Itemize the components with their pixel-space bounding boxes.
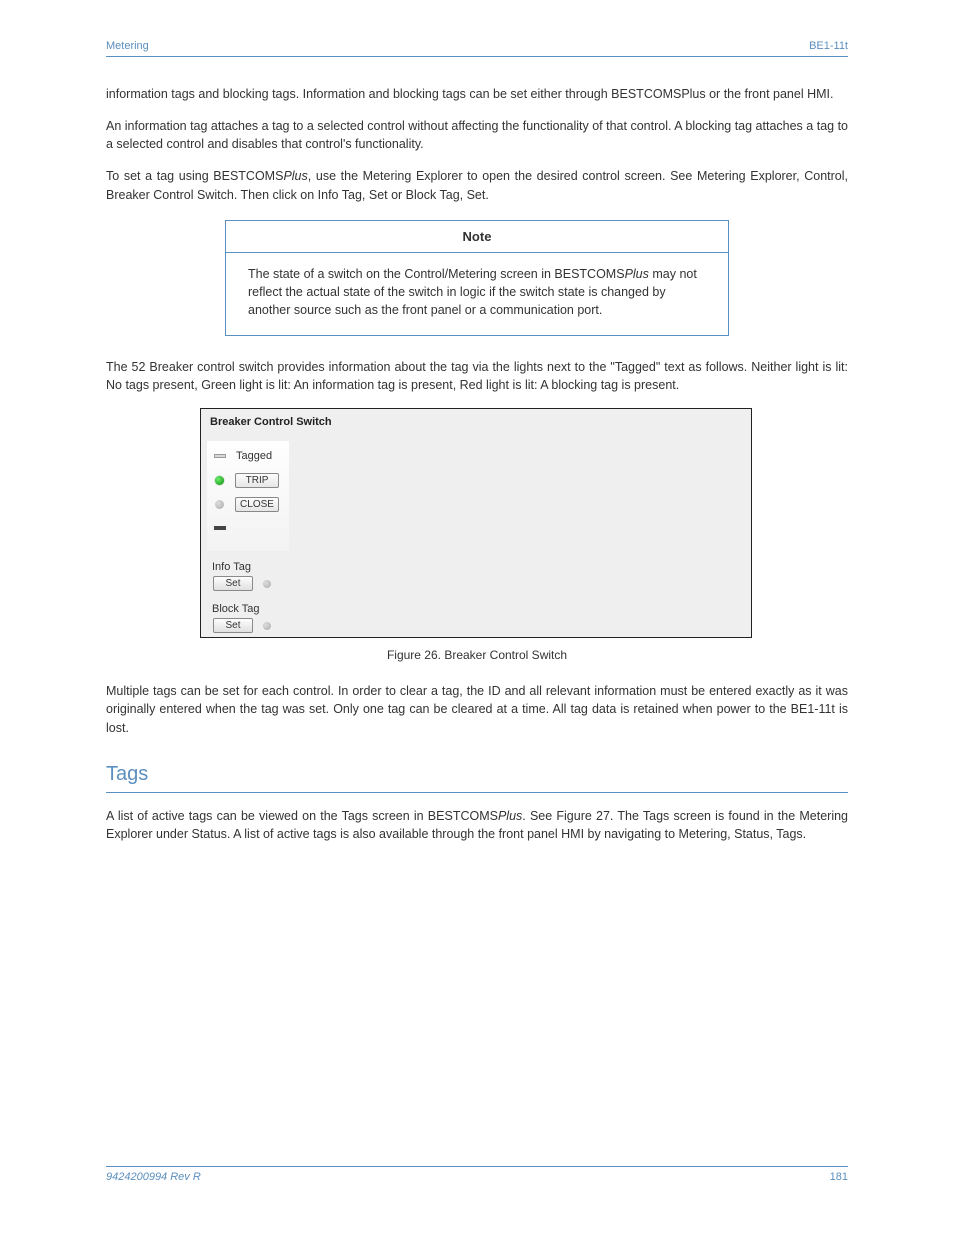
page-header: Metering BE1-11t xyxy=(106,40,848,52)
section-body: A list of active tags can be viewed on t… xyxy=(106,807,848,843)
note-box: Note The state of a switch on the Contro… xyxy=(225,220,729,336)
body-p2: An information tag attaches a tag to a s… xyxy=(106,117,848,153)
body-p3: To set a tag using BESTCOMSPlus, use the… xyxy=(106,167,848,203)
close-led-icon xyxy=(215,500,224,509)
section-heading-tags: Tags xyxy=(106,763,848,786)
body-p1: information tags and blocking tags. Info… xyxy=(106,85,848,103)
bottom-indicator-icon xyxy=(214,526,226,530)
note-body: The state of a switch on the Control/Met… xyxy=(226,253,728,335)
footer-left: 9424200994 Rev R xyxy=(106,1171,201,1183)
tagged-indicator-icon xyxy=(214,454,226,458)
info-tag-set-button[interactable]: Set xyxy=(213,576,253,591)
trip-row: TRIP xyxy=(213,471,285,489)
info-tag-group: Info Tag Set xyxy=(207,561,289,591)
breaker-control-block: Tagged TRIP CLOSE xyxy=(207,441,289,551)
info-tag-label: Info Tag xyxy=(212,561,289,573)
note-head: Note xyxy=(226,221,728,253)
block-tag-label: Block Tag xyxy=(212,603,289,615)
close-button[interactable]: CLOSE xyxy=(235,497,279,512)
body-h3: The 52 Breaker control switch provides i… xyxy=(106,358,848,394)
header-left: Metering xyxy=(106,40,149,52)
trip-led-icon xyxy=(215,476,224,485)
close-row: CLOSE xyxy=(213,495,285,513)
header-rule xyxy=(106,56,848,57)
block-tag-led-icon xyxy=(263,622,271,630)
tagged-label: Tagged xyxy=(236,450,272,462)
tagged-row: Tagged xyxy=(213,447,285,465)
bottom-indicator-row xyxy=(213,519,285,537)
block-tag-set-button[interactable]: Set xyxy=(213,618,253,633)
footer-rule xyxy=(106,1166,848,1167)
figure-panel: Breaker Control Switch Tagged TRIP CLOSE… xyxy=(200,408,752,638)
page-footer: 9424200994 Rev R 181 xyxy=(106,1166,848,1183)
body-p4: Multiple tags can be set for each contro… xyxy=(106,682,848,736)
figure-caption: Figure 26. Breaker Control Switch xyxy=(106,648,848,662)
header-right: BE1-11t xyxy=(809,40,848,52)
info-tag-led-icon xyxy=(263,580,271,588)
block-tag-group: Block Tag Set xyxy=(207,603,289,633)
footer-right: 181 xyxy=(830,1171,848,1183)
figure-title: Breaker Control Switch xyxy=(201,409,751,428)
section-rule xyxy=(106,792,848,793)
trip-button[interactable]: TRIP xyxy=(235,473,279,488)
